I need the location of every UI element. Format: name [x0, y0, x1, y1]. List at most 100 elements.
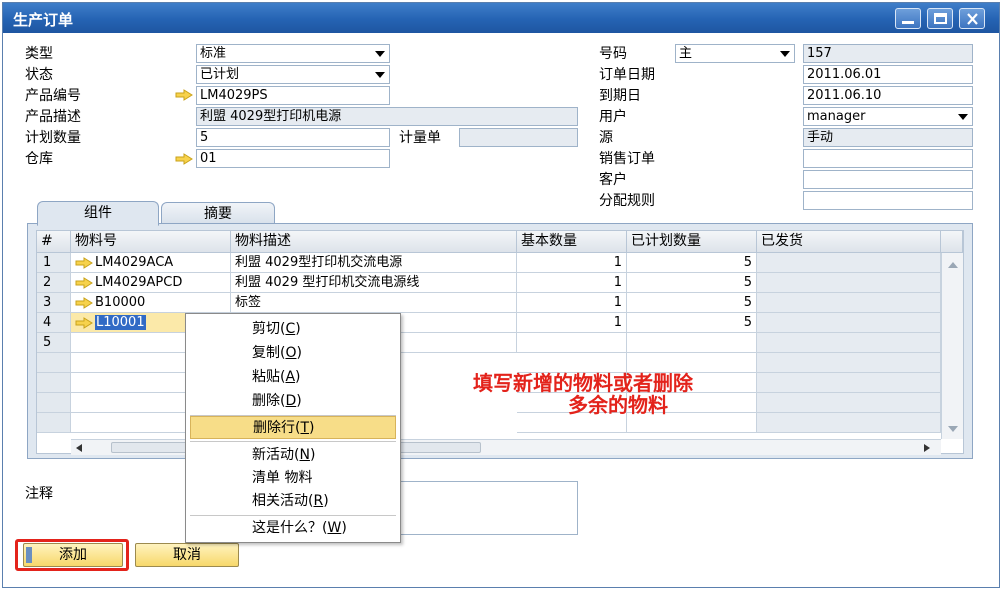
uom-field: [459, 128, 578, 147]
base-qty-cell[interactable]: 1: [517, 293, 627, 313]
scroll-left-icon[interactable]: [75, 443, 83, 453]
col-header-num[interactable]: #: [37, 231, 71, 253]
user-dropdown[interactable]: manager: [803, 107, 973, 126]
issued-cell: [757, 313, 941, 333]
chevron-down-icon: [375, 51, 385, 57]
planned-qty-cell[interactable]: [627, 333, 757, 353]
menu-item-cut[interactable]: 剪切(C): [190, 318, 396, 341]
item-desc-cell[interactable]: 利盟 4029型打印机交流电源: [231, 253, 517, 273]
row-number-empty[interactable]: [37, 373, 71, 393]
base-qty-cell[interactable]: 1: [517, 273, 627, 293]
warehouse-field[interactable]: 01: [196, 149, 390, 168]
tab-components[interactable]: 组件: [37, 201, 159, 226]
components-grid: # 物料号 物料描述 基本数量 已计划数量 已发货 1 LM4029ACA 利盟…: [36, 230, 964, 455]
sales-order-field[interactable]: [803, 149, 973, 168]
menu-item-new-activity[interactable]: 新活动(N): [190, 444, 396, 467]
item-no-cell[interactable]: B10000: [71, 293, 231, 313]
menu-item-related-activity[interactable]: 相关活动(R): [190, 490, 396, 513]
col-header-base-qty[interactable]: 基本数量: [517, 231, 627, 253]
due-date-field[interactable]: 2011.06.10: [803, 86, 973, 105]
planned-qty-label: 计划数量: [25, 130, 81, 146]
status-label: 状态: [25, 67, 53, 83]
base-qty-cell[interactable]: 1: [517, 313, 627, 333]
components-panel: # 物料号 物料描述 基本数量 已计划数量 已发货 1 LM4029ACA 利盟…: [27, 223, 973, 459]
row-number[interactable]: 3: [37, 293, 71, 313]
menu-item-delete-row[interactable]: 删除行(T): [190, 416, 396, 439]
item-desc-cell[interactable]: 标签: [231, 293, 517, 313]
chevron-down-icon: [958, 114, 968, 120]
base-qty-cell[interactable]: [517, 333, 627, 353]
scroll-right-icon[interactable]: [923, 443, 931, 453]
order-date-label: 订单日期: [599, 67, 655, 83]
scroll-up-icon[interactable]: [947, 261, 959, 269]
warehouse-label: 仓库: [25, 151, 53, 167]
type-label: 类型: [25, 46, 53, 62]
type-dropdown[interactable]: 标准: [196, 44, 390, 63]
menu-item-whats-this[interactable]: 这是什么？(W): [190, 517, 396, 540]
col-header-planned-qty[interactable]: 已计划数量: [627, 231, 757, 253]
col-header-item-desc[interactable]: 物料描述: [231, 231, 517, 253]
cancel-button[interactable]: 取消: [135, 543, 239, 567]
due-date-label: 到期日: [599, 88, 641, 104]
add-button[interactable]: 添加: [23, 543, 123, 567]
minimize-icon[interactable]: [895, 8, 921, 29]
row-number[interactable]: 4: [37, 313, 71, 333]
empty-cell: [757, 413, 941, 433]
link-arrow-icon[interactable]: [75, 257, 93, 269]
empty-cell: [757, 353, 941, 373]
source-label: 源: [599, 130, 613, 146]
chevron-down-icon: [375, 72, 385, 78]
col-header-item-no[interactable]: 物料号: [71, 231, 231, 253]
item-desc-cell[interactable]: 利盟 4029 型打印机交流电源线: [231, 273, 517, 293]
planned-qty-field[interactable]: 5: [196, 128, 390, 147]
link-arrow-icon[interactable]: [75, 317, 93, 329]
row-number[interactable]: 2: [37, 273, 71, 293]
product-desc-label: 产品描述: [25, 109, 81, 125]
row-number-empty[interactable]: [37, 413, 71, 433]
row-number[interactable]: 5: [37, 333, 71, 353]
production-order-window: 生产订单 类型 标准 状态 已计划 产品编号 LM4029PS 产品描述 利盟 …: [2, 2, 1000, 588]
item-no-cell[interactable]: LM4029ACA: [71, 253, 231, 273]
issued-cell: [757, 333, 941, 353]
product-no-field[interactable]: LM4029PS: [196, 86, 390, 105]
link-arrow-icon[interactable]: [175, 89, 193, 101]
maximize-icon[interactable]: [927, 8, 953, 29]
annotation-line-2: 多余的物料: [568, 393, 668, 417]
planned-qty-cell[interactable]: 5: [627, 313, 757, 333]
customer-field[interactable]: [803, 170, 973, 189]
menu-item-paste[interactable]: 粘贴(A): [190, 366, 396, 389]
link-arrow-icon[interactable]: [75, 297, 93, 309]
uom-label: 计量单: [399, 130, 441, 146]
title-bar[interactable]: 生产订单: [3, 3, 999, 33]
order-date-field[interactable]: 2011.06.01: [803, 65, 973, 84]
item-no-cell[interactable]: LM4029APCD: [71, 273, 231, 293]
col-header-spacer: [941, 231, 963, 253]
issued-cell: [757, 253, 941, 273]
series-dropdown[interactable]: 主: [675, 44, 795, 63]
link-arrow-icon[interactable]: [175, 153, 193, 165]
planned-qty-cell[interactable]: 5: [627, 253, 757, 273]
row-number-empty[interactable]: [37, 353, 71, 373]
source-field: 手动: [803, 128, 973, 147]
customer-label: 客户: [599, 172, 627, 188]
row-number[interactable]: 1: [37, 253, 71, 273]
window-title: 生产订单: [13, 11, 74, 29]
vertical-scrollbar[interactable]: [941, 253, 963, 439]
status-dropdown[interactable]: 已计划: [196, 65, 390, 84]
row-number-empty[interactable]: [37, 393, 71, 413]
distribution-rule-field[interactable]: [803, 191, 973, 210]
menu-item-bom[interactable]: 清单 物料: [190, 467, 396, 490]
link-arrow-icon[interactable]: [75, 277, 93, 289]
remarks-label: 注释: [25, 486, 53, 502]
col-header-issued[interactable]: 已发货: [757, 231, 941, 253]
scroll-down-icon[interactable]: [947, 425, 959, 433]
planned-qty-cell[interactable]: 5: [627, 273, 757, 293]
close-icon[interactable]: [959, 8, 985, 29]
menu-item-copy[interactable]: 复制(O): [190, 342, 396, 365]
context-menu: 剪切(C) 复制(O) 粘贴(A) 删除(D) 删除行(T) 新活动(N) 清单…: [185, 313, 401, 543]
planned-qty-cell[interactable]: 5: [627, 293, 757, 313]
issued-cell: [757, 273, 941, 293]
menu-separator: [190, 441, 396, 442]
base-qty-cell[interactable]: 1: [517, 253, 627, 273]
menu-item-delete[interactable]: 删除(D): [190, 390, 396, 413]
